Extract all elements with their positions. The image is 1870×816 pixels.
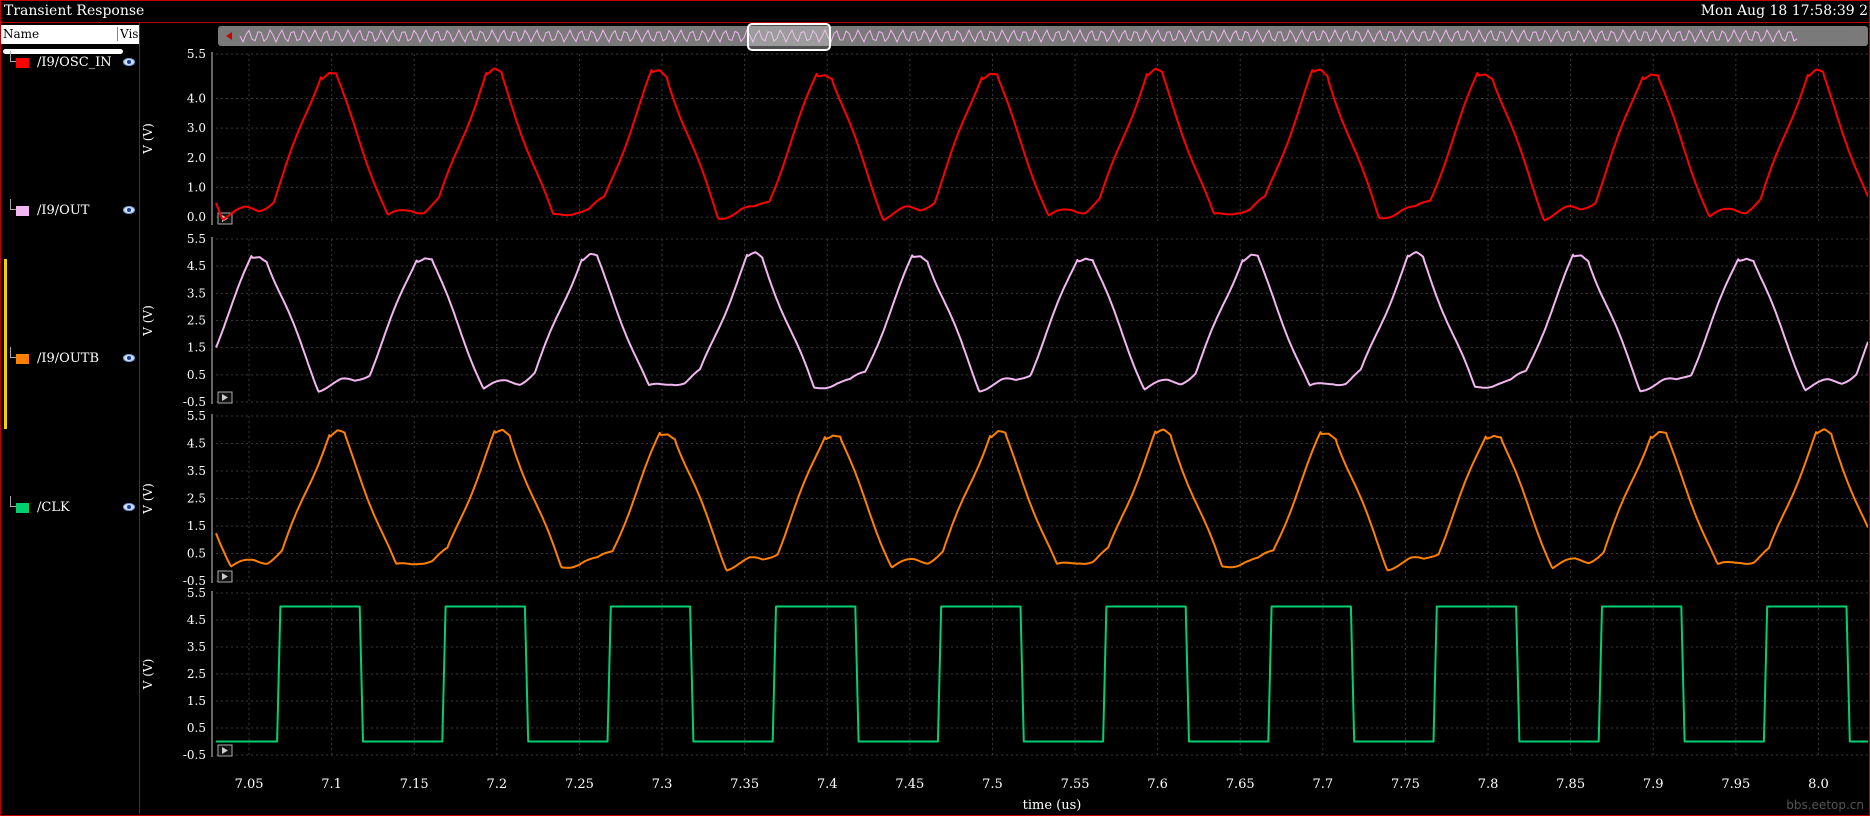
y-tick-label: 1.5 [187, 694, 206, 708]
strip-1: -0.5 0.5 1.5 2.5 3.5 4.5 5.5 V (V) [141, 232, 1868, 409]
x-tick-label: 7.4 [817, 777, 838, 792]
x-tick-label: 7.85 [1556, 777, 1585, 792]
y-tick-label: 3.5 [187, 640, 206, 654]
y-tick-label: 4.5 [187, 437, 206, 451]
x-tick-label: 7.9 [1643, 777, 1664, 792]
eye-icon[interactable] [123, 206, 135, 214]
trace-item-clk[interactable]: /CLK [1, 496, 139, 518]
y-tick-label: 2.0 [187, 151, 206, 165]
x-tick-label: 7.7 [1312, 777, 1333, 792]
y-tick-label: 0.5 [187, 721, 206, 735]
y-tick-label: 4.5 [187, 613, 206, 627]
y-axis-label: V (V) [141, 659, 155, 691]
x-tick-label: 7.6 [1147, 777, 1168, 792]
series-line-1 [215, 251, 1868, 393]
y-tick-label: 4.0 [187, 91, 206, 105]
y-tick-label: 0.5 [187, 547, 206, 561]
x-tick-label: 7.5 [982, 777, 1003, 792]
series-line-0 [215, 67, 1868, 222]
eye-icon[interactable] [123, 503, 135, 511]
y-tick-label: 5.5 [187, 232, 206, 246]
y-tick-label: 0.5 [187, 368, 206, 382]
window-title: Transient Response [4, 3, 145, 19]
strip-2: -0.50.51.52.53.54.55.5V (V) [141, 409, 1868, 588]
x-tick-label: 7.25 [565, 777, 594, 792]
y-tick-label: 3.5 [187, 464, 206, 478]
x-tick-label: 8.0 [1808, 777, 1829, 792]
x-tick-label: 7.35 [730, 777, 759, 792]
trace-list-header: Name Vis [1, 25, 139, 44]
selection-indicator [4, 259, 7, 429]
y-tick-label: 1.5 [187, 341, 206, 355]
timestamp: Mon Aug 18 17:58:39 2 [1700, 3, 1868, 19]
trace-list-panel: Name Vis /I9/OSC_IN /I9/OUT /I9/OUTB /CL… [1, 23, 140, 814]
y-tick-label: -0.5 [183, 395, 206, 409]
trace-item-osc-in[interactable]: /I9/OSC_IN [1, 51, 139, 73]
eye-icon[interactable] [123, 354, 135, 362]
y-tick-label: 0.0 [187, 210, 206, 224]
y-axis-label: V (V) [141, 123, 155, 155]
y-tick-label: 5.5 [187, 47, 206, 61]
trace-color-swatch [16, 354, 29, 364]
trace-name: /I9/OUT [37, 203, 90, 218]
column-header-name[interactable]: Name [3, 27, 39, 41]
y-tick-label: 3.0 [187, 121, 206, 135]
y-axis-label: V (V) [141, 483, 155, 515]
column-header-vis[interactable]: Vis [117, 27, 138, 41]
x-tick-label: 7.45 [895, 777, 924, 792]
trace-name: /I9/OUTB [37, 351, 100, 366]
x-tick-label: 7.1 [321, 777, 342, 792]
x-tick-label: 7.15 [400, 777, 429, 792]
trace-name: /CLK [37, 500, 70, 515]
trace-name: /I9/OSC_IN [37, 55, 112, 70]
y-tick-label: 2.5 [187, 492, 206, 506]
x-tick-label: 7.55 [1061, 777, 1090, 792]
trace-color-swatch [16, 58, 29, 68]
x-tick-label: 7.3 [652, 777, 673, 792]
y-tick-label: 5.5 [187, 586, 206, 600]
trace-item-outb[interactable]: /I9/OUTB [1, 347, 139, 369]
y-axis-label: V (V) [141, 305, 155, 337]
strip-3: -0.5 0.5 1.5 2.5 3.5 4.5 5.5 V (V) [141, 586, 1868, 762]
y-tick-label: 2.5 [187, 667, 206, 681]
x-tick-label: 7.05 [235, 777, 264, 792]
watermark: bbs.eetop.cn [1786, 798, 1864, 812]
y-tick-label: 1.5 [187, 519, 206, 533]
trace-color-swatch [16, 503, 29, 513]
series-line-2 [215, 428, 1868, 572]
waveform-chart[interactable]: 7.05 7.1 7.15 7.2 7.25 7.3 7.35 7.4 7.45 7.5 7.55 7… [140, 23, 1868, 813]
x-tick-label: 7.8 [1478, 777, 1499, 792]
trace-item-out[interactable]: /I9/OUT [1, 199, 139, 221]
x-tick-label: 7.75 [1391, 777, 1420, 792]
x-axis-label: time (us) [1023, 798, 1082, 813]
y-tick-label: 3.5 [187, 286, 206, 300]
trace-color-swatch [16, 206, 29, 216]
x-tick-label: 7.95 [1721, 777, 1750, 792]
y-tick-label: 5.5 [187, 409, 206, 423]
x-tick-label: 7.65 [1226, 777, 1255, 792]
y-tick-label: 1.0 [187, 180, 206, 194]
x-tick-label: 7.2 [486, 777, 507, 792]
overview-window-handle[interactable] [747, 23, 831, 51]
y-tick-label: -0.5 [183, 748, 206, 762]
y-tick-label: 2.5 [187, 314, 206, 328]
eye-icon[interactable] [123, 58, 135, 66]
strip-0: 0.0 1.0 2.0 3.0 4.0 5.5 V (V) [141, 47, 1868, 225]
y-tick-label: 4.5 [187, 259, 206, 273]
